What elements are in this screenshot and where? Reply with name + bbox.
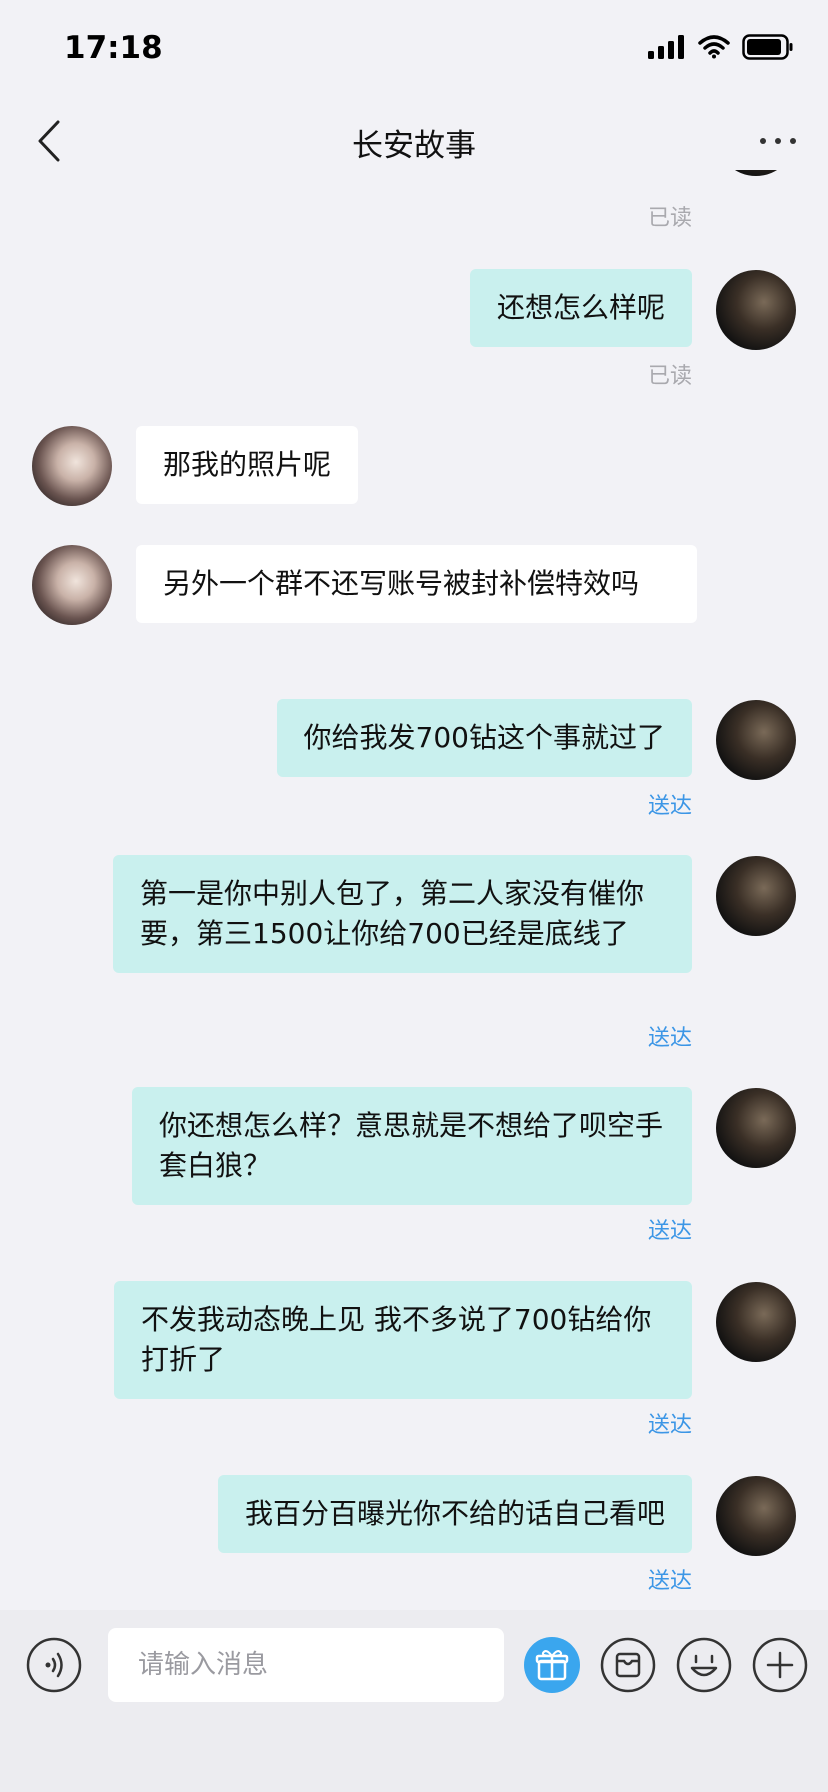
sent-receipt: 送达 — [647, 1413, 692, 1438]
battery-icon — [742, 34, 793, 60]
gift-button[interactable] — [524, 1637, 580, 1693]
emoji-icon — [676, 1637, 732, 1693]
sent-receipt: 送达 — [647, 1219, 692, 1244]
wifi-icon — [698, 35, 730, 59]
my-avatar[interactable] — [716, 1282, 796, 1362]
status-icons — [648, 34, 794, 60]
message-bubble-incoming[interactable]: 那我的照片呢 — [136, 426, 359, 504]
inbox-icon — [600, 1637, 656, 1693]
signal-icon — [648, 35, 684, 59]
my-avatar[interactable] — [716, 170, 796, 176]
more-button[interactable] — [756, 126, 800, 156]
message-bubble-outgoing[interactable]: 你还想怎么样？意思就是不想给了呗空手套白狼？ — [132, 1087, 692, 1205]
peer-avatar[interactable] — [32, 426, 112, 506]
inbox-button[interactable] — [600, 1637, 656, 1693]
my-avatar[interactable] — [716, 1476, 796, 1556]
read-receipt: 已读 — [647, 364, 692, 389]
my-avatar[interactable] — [716, 700, 796, 780]
voice-button[interactable] — [26, 1637, 82, 1693]
gift-icon — [524, 1637, 580, 1693]
sent-receipt: 送达 — [647, 1569, 692, 1594]
more-icon — [760, 138, 796, 144]
status-time: 17:18 — [64, 30, 163, 66]
add-button[interactable] — [752, 1637, 808, 1693]
page-title: 长安故事 — [352, 128, 476, 164]
sent-receipt: 送达 — [647, 1026, 692, 1051]
my-avatar[interactable] — [716, 856, 796, 936]
my-avatar[interactable] — [716, 1088, 796, 1168]
sent-receipt: 送达 — [647, 794, 692, 819]
emoji-button[interactable] — [676, 1637, 732, 1693]
status-bar: 17:18 — [0, 0, 828, 96]
chat-list[interactable]: 已读 还想怎么样呢 已读 那我的照片呢 另外一个群不还写账号被封补偿特效吗 你给… — [0, 170, 828, 1610]
peer-avatar[interactable] — [32, 545, 112, 625]
message-input[interactable] — [108, 1628, 504, 1702]
message-bubble-outgoing[interactable]: 不发我动态晚上见 我不多说了700钻给你打折了 — [114, 1281, 692, 1399]
read-receipt: 已读 — [647, 206, 692, 231]
my-avatar[interactable] — [716, 270, 796, 350]
message-bubble-outgoing[interactable]: 你给我发700钻这个事就过了 — [276, 699, 692, 777]
message-bubble-outgoing[interactable]: 第一是你中别人包了，第二人家没有催你要，第三1500让你给700已经是底线了 — [113, 855, 692, 973]
input-bar — [0, 1610, 828, 1792]
message-bubble-outgoing[interactable]: 还想怎么样呢 — [469, 269, 692, 347]
voice-icon — [26, 1637, 82, 1693]
message-bubble-incoming[interactable]: 另外一个群不还写账号被封补偿特效吗 — [136, 545, 697, 623]
message-bubble-outgoing[interactable]: 我百分百曝光你不给的话自己看吧 — [217, 1475, 692, 1553]
add-icon — [752, 1637, 808, 1693]
